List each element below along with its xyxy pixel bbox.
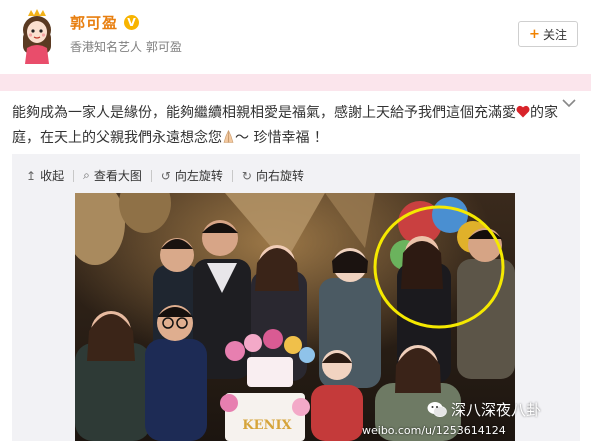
plus-icon: +: [529, 26, 540, 42]
view-large-label: 查看大图: [93, 169, 142, 183]
toolbar-separator: [150, 169, 152, 182]
chevron-down-icon[interactable]: [562, 98, 576, 108]
rotate-right-icon: ↻: [241, 168, 252, 183]
cake-text: KENIX: [242, 418, 292, 433]
view-large-button[interactable]: ⌕ 查看大图: [83, 167, 142, 184]
avatar[interactable]: [15, 8, 59, 64]
collapse-button[interactable]: ↥ 收起: [26, 167, 64, 184]
url-watermark: weibo.com/u/1253614124: [362, 424, 506, 437]
rotate-right-label: 向右旋转: [255, 169, 304, 183]
wechat-icon: [427, 402, 447, 417]
collapse-label: 收起: [40, 169, 65, 183]
rotate-right-button[interactable]: ↻ 向右旋转: [242, 167, 304, 184]
rotate-left-button[interactable]: ↺ 向左旋转: [161, 167, 223, 184]
post-text-part1: 能夠成為一家人是緣份，能夠繼續相親相愛是福氣，感謝上天給予我們這個充滿愛: [12, 105, 516, 121]
heart-icon: [516, 105, 530, 118]
follow-label: 关注: [542, 27, 567, 42]
user-name[interactable]: 郭可盈: [70, 12, 118, 33]
verified-icon: V: [124, 15, 140, 30]
divider-band: [0, 74, 591, 91]
toolbar-separator: [73, 169, 75, 182]
follow-button[interactable]: + 关注: [518, 21, 578, 47]
toolbar-separator: [231, 169, 233, 182]
profile-header: 郭可盈 V 香港知名艺人 郭可盈 + 关注: [0, 0, 591, 70]
rotate-left-icon: ↺: [160, 168, 171, 183]
praying-hands-icon: [223, 130, 234, 143]
watermark: 深八深夜八卦: [427, 399, 541, 420]
post-text-part3: ～ 珍惜幸福 ！: [235, 130, 328, 146]
rotate-left-label: 向左旋转: [174, 169, 223, 183]
user-description: 香港知名艺人 郭可盈: [70, 40, 182, 54]
magnify-icon: ⌕: [83, 168, 90, 182]
image-toolbar: ↥ 收起 ⌕ 查看大图 ↺ 向左旋转 ↻ 向右旋转: [26, 167, 304, 184]
watermark-text: 深八深夜八卦: [451, 401, 542, 419]
post-text: 能夠成為一家人是緣份，能夠繼續相親相愛是福氣，感謝上天給予我們這個充滿愛 的家庭，…: [12, 101, 567, 151]
arrow-up-icon: ↥: [26, 168, 37, 183]
